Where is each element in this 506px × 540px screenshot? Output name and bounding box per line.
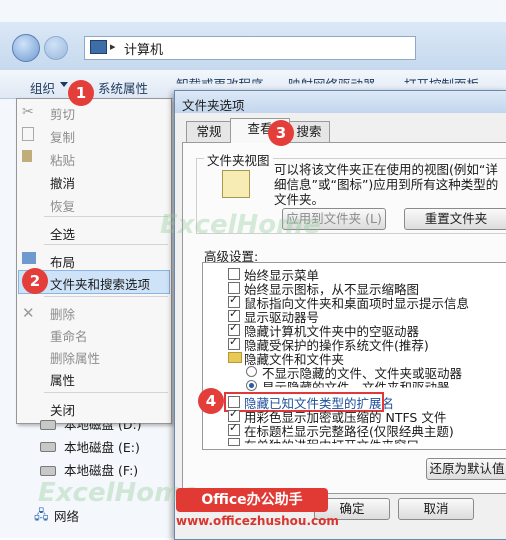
checkbox[interactable] xyxy=(228,268,240,280)
back-button[interactable] xyxy=(12,34,40,62)
tab-search[interactable]: 搜索 xyxy=(288,121,330,142)
chevron-down-icon xyxy=(60,82,68,87)
menu-item-select-all[interactable]: 全选 xyxy=(50,224,75,243)
drive-icon xyxy=(40,420,56,430)
radio-button[interactable] xyxy=(246,380,257,391)
watermark-text: ExcelHome xyxy=(38,478,199,508)
menu-item-remove-properties[interactable]: 删除属性 xyxy=(50,348,100,367)
network-icon: 🖧 xyxy=(34,508,49,523)
checkbox[interactable] xyxy=(228,421,240,436)
dialog-title: 文件夹选项 xyxy=(182,98,245,113)
watermark-text: ExcelHome xyxy=(160,210,321,240)
folder-views-label: 文件夹视图 xyxy=(204,150,273,169)
menu-item-copy[interactable]: 复制 xyxy=(50,127,75,146)
layout-icon xyxy=(22,252,36,264)
folder-view-icon xyxy=(222,170,250,198)
organize-button[interactable]: 组织 xyxy=(30,78,55,97)
organize-menu xyxy=(16,98,172,424)
menu-separator xyxy=(44,392,168,393)
menu-item-folder-search-options[interactable]: 文件夹和搜索选项 xyxy=(50,274,150,293)
menu-separator xyxy=(44,296,168,297)
breadcrumb-separator[interactable]: ▸ xyxy=(110,40,116,53)
paste-icon xyxy=(22,150,32,162)
computer-icon xyxy=(90,40,107,54)
menu-item-close[interactable]: 关闭 xyxy=(50,400,75,419)
tree-item-network[interactable]: 网络 xyxy=(54,506,79,525)
step-1-callout: 1 xyxy=(68,80,94,106)
menu-separator xyxy=(44,244,168,245)
reset-folders-button[interactable]: 重置文件夹 xyxy=(404,208,506,230)
folder-views-description: 可以将该文件夹正在使用的视图(例如“详细信息”或“图标”)应用到所有这种类型的文… xyxy=(274,162,499,207)
system-properties-button[interactable]: 系统属性 xyxy=(98,78,148,97)
copy-icon xyxy=(22,127,34,141)
drive-icon xyxy=(40,466,56,476)
restore-defaults-button[interactable]: 还原为默认值 xyxy=(426,458,506,480)
checkbox[interactable] xyxy=(228,335,240,350)
menu-separator xyxy=(44,216,168,217)
menu-item-cut[interactable]: 剪切 xyxy=(50,104,75,123)
menu-item-delete[interactable]: 删除 xyxy=(50,304,75,323)
radio-button[interactable] xyxy=(246,366,257,377)
forward-button[interactable] xyxy=(44,36,68,60)
step-4-callout: 4 xyxy=(198,388,224,414)
brand-badge: Office办公助手 xyxy=(176,488,328,512)
folder-icon xyxy=(228,352,242,363)
drive-icon xyxy=(40,442,56,452)
breadcrumb-computer[interactable]: 计算机 xyxy=(124,39,163,58)
menu-item-rename[interactable]: 重命名 xyxy=(50,326,88,345)
step-3-callout: 3 xyxy=(268,120,294,146)
menu-item-layout[interactable]: 布局 xyxy=(50,252,75,271)
brand-url: www.officezhushou.com xyxy=(176,514,339,528)
tab-general[interactable]: 常规 xyxy=(186,121,232,142)
scissors-icon: ✂ xyxy=(22,104,34,120)
menu-item-undo[interactable]: 撤消 xyxy=(50,173,75,192)
menu-item-paste[interactable]: 粘贴 xyxy=(50,150,75,169)
tree-item-drive-f[interactable]: 本地磁盘 (F:) xyxy=(64,460,138,479)
tree-item-drive-e[interactable]: 本地磁盘 (E:) xyxy=(64,437,140,456)
checkbox[interactable] xyxy=(228,438,240,446)
cancel-button[interactable]: 取消 xyxy=(398,498,474,520)
step-2-callout: 2 xyxy=(22,268,48,294)
delete-icon: ✕ xyxy=(22,304,35,322)
menu-item-properties[interactable]: 属性 xyxy=(50,370,75,389)
menu-item-redo[interactable]: 恢复 xyxy=(50,196,75,215)
